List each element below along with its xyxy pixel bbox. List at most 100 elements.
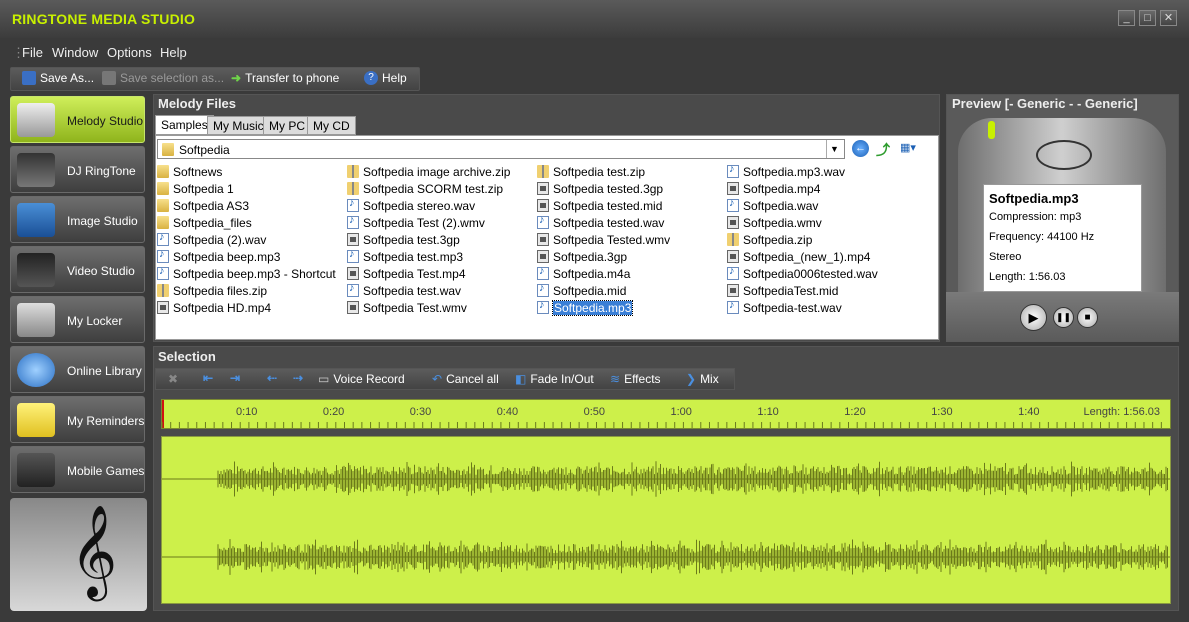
file-item[interactable]: Softpedia_(new_1).mp4 <box>727 248 870 265</box>
file-name: Softpedia (2).wav <box>173 232 267 247</box>
effects-button[interactable]: ≋ Effects <box>610 372 661 386</box>
tab-my-music[interactable]: My Music <box>207 116 270 135</box>
pause-icon[interactable]: ❚❚ <box>1053 307 1074 328</box>
file-item[interactable]: Softpedia test.3gp <box>347 231 460 248</box>
file-item[interactable]: Softpedia.mp4 <box>727 180 820 197</box>
file-item[interactable]: Softpedia Test.wmv <box>347 299 467 316</box>
sidebar-item-my-locker[interactable]: My Locker <box>10 296 145 343</box>
select-start-icon[interactable]: ⇤ <box>203 371 213 385</box>
ruler-tick-label: 0:20 <box>322 406 345 418</box>
sidebar-item-online-library[interactable]: Online Library <box>10 346 145 393</box>
file-item[interactable]: Softpedia Tested.wmv <box>537 231 670 248</box>
file-item[interactable]: Softpedia tested.wav <box>537 214 664 231</box>
file-item[interactable]: Softpedia stereo.wav <box>347 197 475 214</box>
delete-icon[interactable]: ✖ <box>168 372 178 386</box>
image-icon <box>17 203 55 237</box>
tab-my-pc[interactable]: My PC <box>263 116 311 135</box>
file-item[interactable]: Softpedia.zip <box>727 231 812 248</box>
clapper-icon <box>17 253 55 287</box>
file-name: Softpedia test.zip <box>553 164 646 179</box>
help-button[interactable]: ? Help <box>364 71 407 85</box>
file-item[interactable]: SoftpediaTest.mid <box>727 282 838 299</box>
file-name: Softpedia stereo.wav <box>363 198 476 213</box>
select-end-icon[interactable]: ⇥ <box>230 371 240 385</box>
maximize-button[interactable]: □ <box>1139 10 1156 26</box>
file-item[interactable]: Softpedia tested.3gp <box>537 180 663 197</box>
close-button[interactable]: ✕ <box>1160 10 1177 26</box>
file-item[interactable]: Softpedia tested.mid <box>537 197 662 214</box>
mix-button[interactable]: ❯ Mix <box>686 372 719 386</box>
file-name: Softpedia beep.mp3 <box>173 249 281 264</box>
file-item[interactable]: Softpedia beep.mp3 - Shortcut <box>157 265 336 282</box>
preview-screen: Softpedia.mp3 Compression: mp3 Frequency… <box>983 184 1142 292</box>
file-item[interactable]: Softpedia.m4a <box>537 265 630 282</box>
sidebar-item-video-studio[interactable]: Video Studio <box>10 246 145 293</box>
sidebar-item-image-studio[interactable]: Image Studio <box>10 196 145 243</box>
video-file-icon <box>537 233 549 246</box>
file-item[interactable]: Softpedia beep.mp3 <box>157 248 280 265</box>
fade-button[interactable]: ◧ Fade In/Out <box>515 372 594 386</box>
file-name: Softpedia SCORM test.zip <box>363 181 504 196</box>
file-item[interactable]: Softpedia.wav <box>727 197 818 214</box>
file-item[interactable]: Softpedia-test.wav <box>727 299 842 316</box>
cancel-all-button[interactable]: ↶ Cancel all <box>432 372 499 386</box>
view-menu-icon[interactable]: ▦▾ <box>900 141 924 156</box>
audio-file-icon <box>537 299 549 314</box>
ruler-tick-label: 1:00 <box>670 406 692 418</box>
file-item[interactable]: Softpedia SCORM test.zip <box>347 180 503 197</box>
file-item[interactable]: Softpedia HD.mp4 <box>157 299 271 316</box>
sidebar-item-my-reminders[interactable]: My Reminders <box>10 396 145 443</box>
menu-file[interactable]: File <box>22 45 43 60</box>
file-item[interactable]: Softpedia image archive.zip <box>347 163 510 180</box>
tab-my-cd[interactable]: My CD <box>307 116 356 135</box>
time-ruler[interactable]: 0:10 0:20 0:30 0:40 0:50 1:00 1:10 1:20 1:30 1:40… <box>161 399 1171 429</box>
dj-icon <box>17 153 55 187</box>
file-item[interactable]: Softpedia Test (2).wmv <box>347 214 485 231</box>
menu-options[interactable]: Options <box>107 45 152 60</box>
chevron-down-icon[interactable]: ▼ <box>826 140 842 158</box>
file-item[interactable]: Softpedia Test.mp4 <box>347 265 466 282</box>
save-as-button[interactable]: Save As... <box>22 71 94 85</box>
file-item[interactable]: Softpedia_files <box>157 214 252 231</box>
folder-up-icon[interactable]: ⤴ <box>876 140 892 158</box>
file-item[interactable]: Softpedia 1 <box>157 180 234 197</box>
menu-window[interactable]: Window <box>52 45 98 60</box>
minimize-button[interactable]: _ <box>1118 10 1135 26</box>
menu-help[interactable]: Help <box>160 45 187 60</box>
back-icon[interactable]: ← <box>852 140 869 157</box>
path-dropdown[interactable]: Softpedia ▼ <box>157 139 845 159</box>
trim-end-icon[interactable]: ⇢ <box>293 371 303 385</box>
video-file-icon <box>537 199 549 212</box>
file-item[interactable]: Softpedia files.zip <box>157 282 267 299</box>
file-item[interactable]: Softpedia test.mp3 <box>347 248 463 265</box>
voice-record-button[interactable]: ▭ Voice Record <box>318 372 405 386</box>
sidebar-item-dj-ringtone[interactable]: DJ RingTone <box>10 146 145 193</box>
tab-samples[interactable]: Samples <box>155 115 214 135</box>
trim-start-icon[interactable]: ⇠ <box>267 371 277 385</box>
file-item[interactable]: Softpedia (2).wav <box>157 231 266 248</box>
sidebar-item-mobile-games[interactable]: Mobile Games <box>10 446 145 493</box>
help-icon: ? <box>364 71 378 85</box>
file-item[interactable]: Softpedia.mp3.wav <box>727 163 845 180</box>
arrow-right-icon: ➜ <box>231 71 242 85</box>
file-item[interactable]: Softnews <box>157 163 222 180</box>
file-item[interactable]: Softpedia.mp3 <box>537 299 634 316</box>
file-name: Softpedia HD.mp4 <box>173 300 272 315</box>
file-item[interactable]: Softpedia.wmv <box>727 214 822 231</box>
save-selection-button[interactable]: Save selection as... <box>102 71 224 85</box>
sidebar-item-melody-studio[interactable]: Melody Studio <box>10 96 145 143</box>
play-icon[interactable]: ▶ <box>1020 304 1047 331</box>
file-item[interactable]: Softpedia test.zip <box>537 163 645 180</box>
file-item[interactable]: Softpedia.mid <box>537 282 626 299</box>
file-item[interactable]: Softpedia test.wav <box>347 282 461 299</box>
audio-file-icon <box>347 214 359 229</box>
file-item[interactable]: Softpedia.3gp <box>537 248 627 265</box>
preview-frequency: Frequency: 44100 Hz <box>989 231 1095 243</box>
waveform-view[interactable] <box>161 436 1171 604</box>
file-name: Softpedia 1 <box>173 181 234 196</box>
file-item[interactable]: Softpedia AS3 <box>157 197 249 214</box>
zip-file-icon <box>537 165 549 178</box>
transfer-button[interactable]: ➜ Transfer to phone <box>231 71 339 85</box>
stop-icon[interactable]: ■ <box>1077 307 1098 328</box>
file-item[interactable]: Softpedia0006tested.wav <box>727 265 878 282</box>
